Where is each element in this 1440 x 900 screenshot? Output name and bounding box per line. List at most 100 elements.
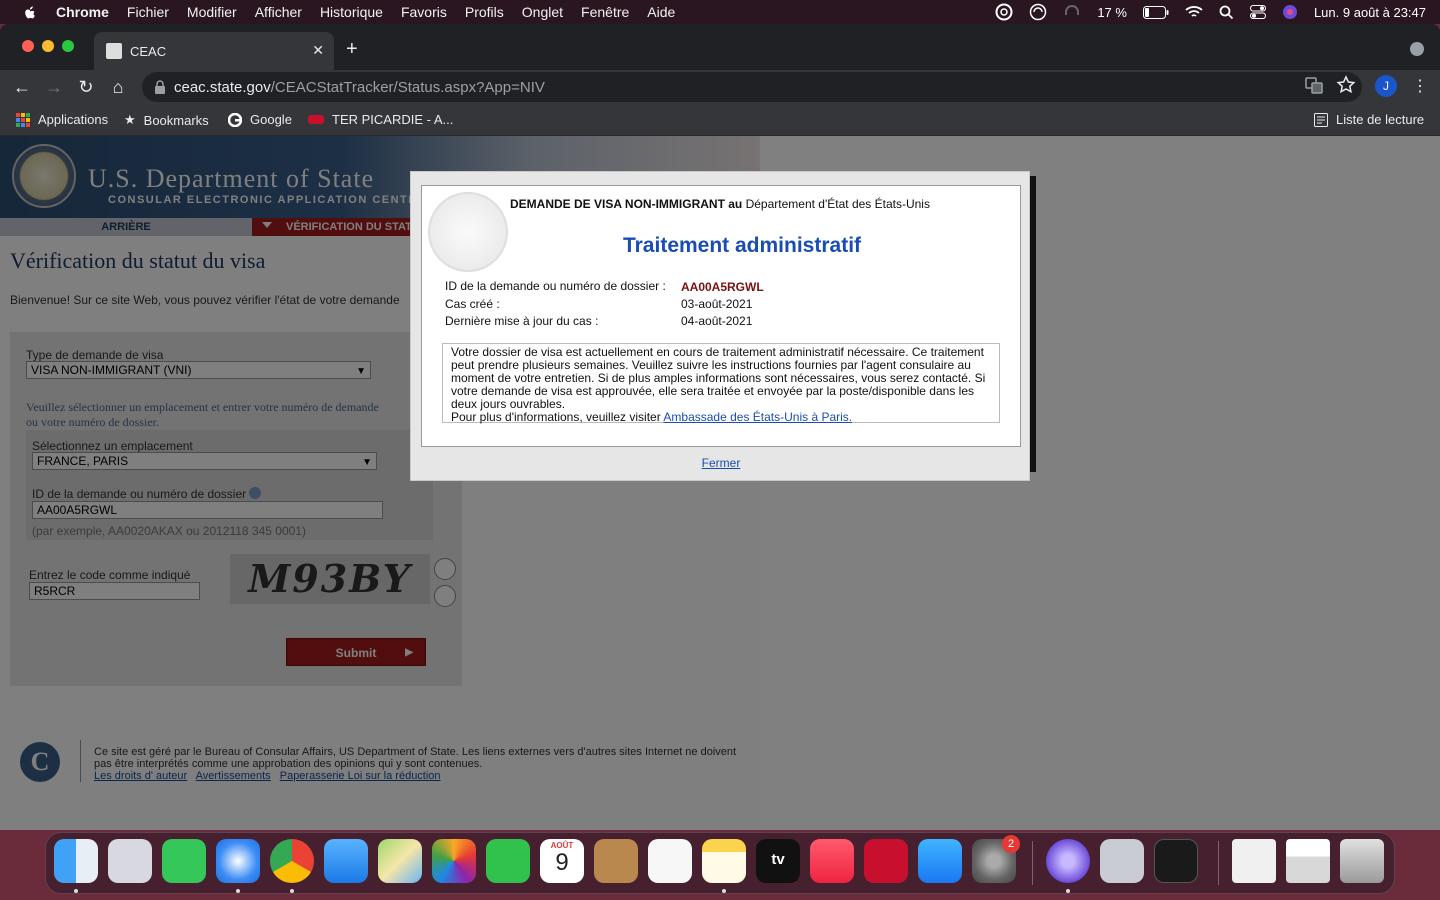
downloads-stack-icon[interactable] — [1286, 839, 1330, 883]
contacts-icon[interactable] — [594, 839, 638, 883]
status-message-box: Votre dossier de visa est actuellement e… — [442, 343, 1000, 424]
modal-heading: DEMANDE DE VISA NON-IMMIGRANT au Départe… — [510, 198, 930, 211]
case-updated-label: Dernière mise à jour du cas : — [445, 314, 599, 328]
chrome-menu-icon[interactable]: ⋮ — [1412, 76, 1428, 96]
tab-ceac[interactable]: CEAC ✕ — [94, 32, 334, 70]
notes-icon[interactable] — [702, 839, 746, 883]
bookmarks-bar: Applications ★ Bookmarks Google TER PICA… — [0, 104, 1440, 136]
macos-dock: AOÛT 9 tv 2 — [45, 832, 1395, 894]
modal-heading-bold: DEMANDE DE VISA NON-IMMIGRANT au — [510, 197, 743, 211]
forward-button[interactable]: → — [43, 76, 65, 98]
embassy-link[interactable]: Ambassade des États-Unis à Paris. — [663, 410, 852, 424]
translate-icon[interactable] — [1303, 74, 1325, 96]
menu-afficher[interactable]: Afficher — [255, 4, 302, 20]
calendar-day: 9 — [555, 849, 569, 876]
battery-icon[interactable] — [1142, 5, 1169, 19]
bookmark-google[interactable]: Google — [228, 112, 292, 127]
notification-badge: 2 — [1002, 835, 1020, 853]
tab-close-icon[interactable]: ✕ — [312, 42, 324, 59]
terminal-icon[interactable] — [1154, 839, 1198, 883]
profile-avatar[interactable]: J — [1375, 75, 1397, 97]
trash-icon[interactable] — [1340, 839, 1384, 883]
document-stack-icon[interactable] — [1232, 839, 1276, 883]
macos-menubar: Chrome Fichier Modifier Afficher Histori… — [0, 0, 1440, 24]
more-info-text: Pour plus d'informations, veuillez visit… — [451, 410, 661, 424]
modal-heading-rest: Département d'État des États-Unis — [745, 197, 930, 211]
gravit-icon[interactable] — [1046, 839, 1090, 883]
spotlight-search-icon[interactable] — [1219, 5, 1234, 20]
status-message: Votre dossier de visa est actuellement e… — [451, 345, 986, 411]
menu-app-name[interactable]: Chrome — [56, 4, 109, 20]
tab-strip: CEAC ✕ + — [0, 24, 1440, 70]
bookmark-ter-label: TER PICARDIE - A... — [332, 112, 454, 127]
sync-icon[interactable] — [1029, 3, 1047, 21]
menu-modifier[interactable]: Modifier — [187, 4, 237, 20]
battery-percent: 17 % — [1097, 4, 1127, 20]
bookmark-applications[interactable]: Applications — [16, 112, 108, 127]
new-tab-button[interactable]: + — [346, 38, 358, 61]
music-icon[interactable] — [810, 839, 854, 883]
bookmark-bookmarks[interactable]: ★ Bookmarks — [124, 112, 209, 128]
photos-icon[interactable] — [432, 839, 476, 883]
apps-grid-icon — [16, 112, 30, 127]
apple-tv-icon[interactable]: tv — [756, 839, 800, 883]
gravit-running-dot — [1066, 889, 1070, 893]
photo-booth-icon[interactable] — [864, 839, 908, 883]
browser-toolbar: ← → ↻ ⌂ ceac.state.gov/CEACStatTracker/S… — [0, 70, 1440, 104]
launchpad-icon[interactable] — [108, 839, 152, 883]
facetime-icon[interactable] — [486, 839, 530, 883]
status-modal: DEMANDE DE VISA NON-IMMIGRANT au Départe… — [410, 171, 1030, 481]
reminders-icon[interactable] — [648, 839, 692, 883]
dock-divider — [1032, 841, 1033, 885]
tab-title: CEAC — [130, 43, 167, 59]
bookmark-ter-picardie[interactable]: TER PICARDIE - A... — [308, 112, 453, 127]
maps-icon[interactable] — [378, 839, 422, 883]
menu-historique[interactable]: Historique — [320, 4, 383, 20]
menu-favoris[interactable]: Favoris — [401, 4, 447, 20]
tab-search-icon[interactable] — [1410, 42, 1424, 56]
safari-icon[interactable] — [216, 839, 260, 883]
chrome-icon[interactable] — [270, 839, 314, 883]
reading-list-label: Liste de lecture — [1336, 112, 1425, 127]
finder-icon[interactable] — [54, 839, 98, 883]
wifi-icon[interactable] — [1185, 5, 1203, 19]
url-path: /CEACStatTracker/Status.aspx?App=NIV — [270, 78, 545, 96]
reading-list-button[interactable]: Liste de lecture — [1314, 112, 1424, 127]
headphones-icon[interactable] — [1063, 3, 1081, 21]
bookmark-applications-label: Applications — [38, 112, 109, 127]
app-store-icon[interactable] — [918, 839, 962, 883]
menu-fenetre[interactable]: Fenêtre — [581, 4, 629, 20]
menu-onglet[interactable]: Onglet — [522, 4, 563, 20]
back-button[interactable]: ← — [11, 76, 33, 98]
home-button[interactable]: ⌂ — [107, 76, 129, 98]
window-zoom-button[interactable] — [62, 40, 74, 52]
creative-cloud-icon[interactable] — [995, 3, 1013, 21]
menu-aide[interactable]: Aide — [647, 4, 675, 20]
sncf-icon — [308, 115, 324, 124]
apple-icon[interactable] — [20, 4, 40, 20]
menu-profils[interactable]: Profils — [465, 4, 504, 20]
menu-fichier[interactable]: Fichier — [127, 4, 169, 20]
lock-icon[interactable] — [154, 80, 166, 94]
close-modal-link[interactable]: Fermer — [411, 456, 1031, 470]
siri-icon[interactable] — [1282, 4, 1298, 20]
window-minimize-button[interactable] — [42, 40, 54, 52]
bookmark-star-icon[interactable] — [1335, 74, 1357, 96]
safari-running-dot — [236, 889, 240, 893]
address-bar[interactable]: ceac.state.gov/CEACStatTracker/Status.as… — [142, 72, 1362, 102]
calendar-icon[interactable]: AOÛT 9 — [540, 839, 584, 883]
dock-divider-2 — [1218, 841, 1219, 885]
window-close-button[interactable] — [22, 40, 34, 52]
mail-icon[interactable] — [324, 839, 368, 883]
finder-running-dot — [74, 889, 78, 893]
reload-button[interactable]: ↻ — [75, 76, 97, 98]
url-host: ceac.state.gov — [174, 78, 271, 96]
modal-shadow — [1030, 176, 1036, 472]
state-seal-favicon-icon — [106, 43, 122, 59]
case-status: Traitement administratif — [622, 234, 862, 257]
control-center-icon[interactable] — [1249, 5, 1266, 19]
bookmark-google-label: Google — [250, 112, 292, 127]
menubar-clock[interactable]: Lun. 9 août à 23:47 — [1314, 5, 1426, 20]
messages-icon[interactable] — [162, 839, 206, 883]
migration-assistant-icon[interactable] — [1100, 839, 1144, 883]
